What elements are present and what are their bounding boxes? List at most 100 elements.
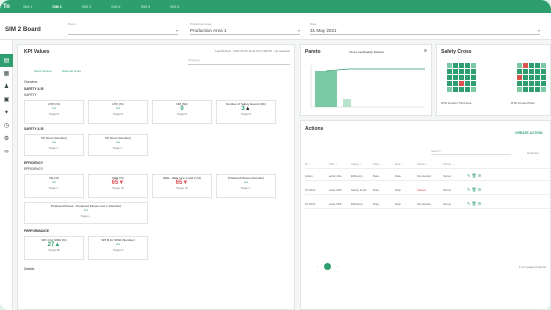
safety-cross-grid-area xyxy=(447,63,476,92)
table-row[interactable]: 07-2021 Area OPP Safety & HH Date Date S… xyxy=(305,185,550,195)
overview-heading: Overview xyxy=(24,80,38,84)
kpi-panel: KPI Values Last Refresh : 2021-05-31 10:… xyxy=(17,44,295,310)
board-header: SIM 2 Board Team ▾ Production area Produ… xyxy=(0,13,551,40)
category-select[interactable]: Category xyxy=(188,58,290,65)
section-performance: PERFORMANCE xyxy=(24,229,49,233)
team-select[interactable]: Team ▾ xyxy=(68,22,178,35)
safety-cross-panel: Safety Cross MTD Incident Third Area MTD… xyxy=(436,44,551,116)
tab-sim2[interactable]: SIM 2 xyxy=(42,5,71,9)
safety-cross-title: Safety Cross xyxy=(441,49,472,55)
tab-sim5[interactable]: SIM 5 xyxy=(131,5,160,9)
table-row[interactable]: Action action title Efficiency Date Date… xyxy=(305,171,550,181)
kpi-target: Target 4 xyxy=(112,248,124,252)
archive-icon[interactable]: ▣ xyxy=(0,93,13,106)
kpi-box[interactable]: LTIR (%) -- Target 0 xyxy=(24,100,84,124)
section-safety-ie-2: SAFETY & IE xyxy=(24,127,44,131)
left-sidebar: ▤ ▦ ♟ ▣ ✦ ◷ ⚙ ∞ xyxy=(0,40,13,310)
run-icon[interactable]: ✦ xyxy=(0,106,13,119)
section-efficiency: EFFICIENCY xyxy=(24,161,43,165)
row-start: Date xyxy=(373,173,379,178)
safety-cross-label-area: MTD Incident Third Area xyxy=(441,101,472,105)
table-row[interactable]: 07-2021 Area OPP Efficiency Date Date No… xyxy=(305,199,550,209)
pareto-title: Pareto xyxy=(305,49,321,55)
kpi-box[interactable]: LTIF (%) -- Target 0 xyxy=(88,100,148,124)
show-scores-button[interactable]: Show Scores xyxy=(34,69,52,73)
kpi-target: Target 0 xyxy=(176,112,188,116)
kpi-box[interactable]: Produced Pieces - Produced Pieces Line 1… xyxy=(24,202,148,224)
pareto-panel: Pareto Time Loss/Quality Defects ≡ xyxy=(300,44,432,116)
clock-icon[interactable]: ◷ xyxy=(0,119,13,132)
kpi-target: Target 0 xyxy=(240,112,252,116)
kpi-box[interactable]: SPI 4 for SIM2 (%) 27▲ Target 80 xyxy=(24,236,84,260)
row-id: 07-2021 xyxy=(305,201,316,206)
create-action-button[interactable]: CREATE ACTION xyxy=(515,131,543,135)
refresh-info: Last Refresh : 2021-05-31 10:11:29 | LSB… xyxy=(215,49,290,53)
row-status: Not started xyxy=(417,173,431,178)
date-picker[interactable]: Date 31 May 2021 ▾ xyxy=(310,22,540,35)
settings-icon[interactable]: ⚙ xyxy=(0,132,13,145)
row-area: action title xyxy=(329,173,342,178)
pareto-bar xyxy=(343,99,351,107)
chevron-down-icon: ▾ xyxy=(297,28,300,33)
app-window: To SIM 1 SIM 2 SIM 3 SIM 4 SIM 5 SIM 6 S… xyxy=(0,0,551,310)
row-actions-icons[interactable]: ✎ 🗑 ⚙ xyxy=(467,173,487,178)
tab-sim1[interactable]: SIM 1 xyxy=(13,5,42,9)
row-actions-icons[interactable]: ✎ 🗑 ⚙ xyxy=(467,187,487,192)
external-links-button[interactable]: External Links xyxy=(62,69,81,73)
category-placeholder: Category xyxy=(188,58,201,62)
row-actions-icons[interactable]: ✎ 🗑 ⚙ xyxy=(467,201,487,206)
kpi-box[interactable]: OE (%) -- Target -- xyxy=(24,174,84,198)
actions-panel: Actions CREATE ACTION Search Columns ID … xyxy=(300,120,551,310)
kpi-box[interactable]: 5S Score (Number) -- Target -- xyxy=(24,134,84,156)
date-value: 31 May 2021 xyxy=(310,28,337,33)
row-owner: Owner xyxy=(443,187,452,192)
row-owner: Owner xyxy=(443,201,452,206)
kpi-target: Target -- xyxy=(48,186,60,190)
kpi-target: Target 70 xyxy=(112,186,124,190)
people-icon[interactable]: ♟ xyxy=(0,80,13,93)
kpi-target: Target -- xyxy=(48,146,60,150)
kpi-target: Target 0 xyxy=(112,112,124,116)
area-value: Production Area 1 xyxy=(190,28,227,33)
details-link[interactable]: Details xyxy=(24,267,34,271)
next-page-icon[interactable]: › xyxy=(337,264,338,269)
kpi-box[interactable]: OEE (%) 65▼ Target 70 xyxy=(88,174,148,198)
pareto-chart xyxy=(310,65,425,108)
safety-cross-grid-plant xyxy=(517,63,546,92)
row-type: Safety & HH xyxy=(351,187,367,192)
kpi-box[interactable]: Produced Pieces (Number) -- Target -- xyxy=(216,174,276,198)
kpi-box[interactable]: 5S Score (Number) -- Target -- xyxy=(88,134,148,156)
link-icon[interactable]: ∞ xyxy=(0,145,13,158)
tab-sim3[interactable]: SIM 3 xyxy=(72,5,101,9)
kpi-box[interactable]: NM (Nb) 0 Target 0 xyxy=(152,100,212,124)
row-due: Date xyxy=(395,187,401,192)
kpi-target: Target 70 xyxy=(176,186,188,190)
kpi-box[interactable]: OEE - OEE Line 1 and 2 (%) 65▼ Target 70 xyxy=(152,174,212,198)
menu-icon[interactable]: ≡ xyxy=(424,48,427,54)
tab-sim6[interactable]: SIM 6 xyxy=(160,5,189,9)
safety-cross-label-plant: MTD Incident Plant xyxy=(511,101,535,105)
table-header: ID ⌄ Title ⌄ Categ ⌄ Start ⌄ Due ⌄ Status ⌄ Ow… xyxy=(305,159,550,169)
row-due: Date xyxy=(395,173,401,178)
kpi-box[interactable]: Number of Safety Events (Nb) 3▲ Target 0 xyxy=(216,100,276,124)
columns-button[interactable]: Columns xyxy=(527,151,539,155)
row-start: Date xyxy=(373,201,379,206)
kpi-target: Target -- xyxy=(112,146,124,150)
page-title: SIM 2 Board xyxy=(5,26,41,33)
page-1-button[interactable] xyxy=(324,263,332,270)
prev-page-icon[interactable]: ‹ xyxy=(317,264,318,269)
team-label: Team xyxy=(68,22,76,26)
kpi-box[interactable]: SPI B for SIM2 (Number) -- Target 4 xyxy=(88,236,148,260)
row-area: Area OPP xyxy=(329,201,342,206)
row-status: Started xyxy=(417,187,427,192)
pagination-info: 1 of 1 pages (3 items) xyxy=(518,265,546,269)
kpi-target: Target 0 xyxy=(48,112,60,116)
tab-sim4[interactable]: SIM 4 xyxy=(101,5,130,9)
production-area-select[interactable]: Production area Production Area 1 ▾ xyxy=(190,22,300,35)
pareto-cumulative-line xyxy=(325,68,425,72)
calendar-icon[interactable]: ▦ xyxy=(0,67,13,80)
search-input[interactable]: Search xyxy=(431,149,511,155)
row-due: Date xyxy=(395,201,401,206)
board-icon[interactable]: ▤ xyxy=(0,54,13,67)
row-type: Efficiency xyxy=(351,173,363,178)
